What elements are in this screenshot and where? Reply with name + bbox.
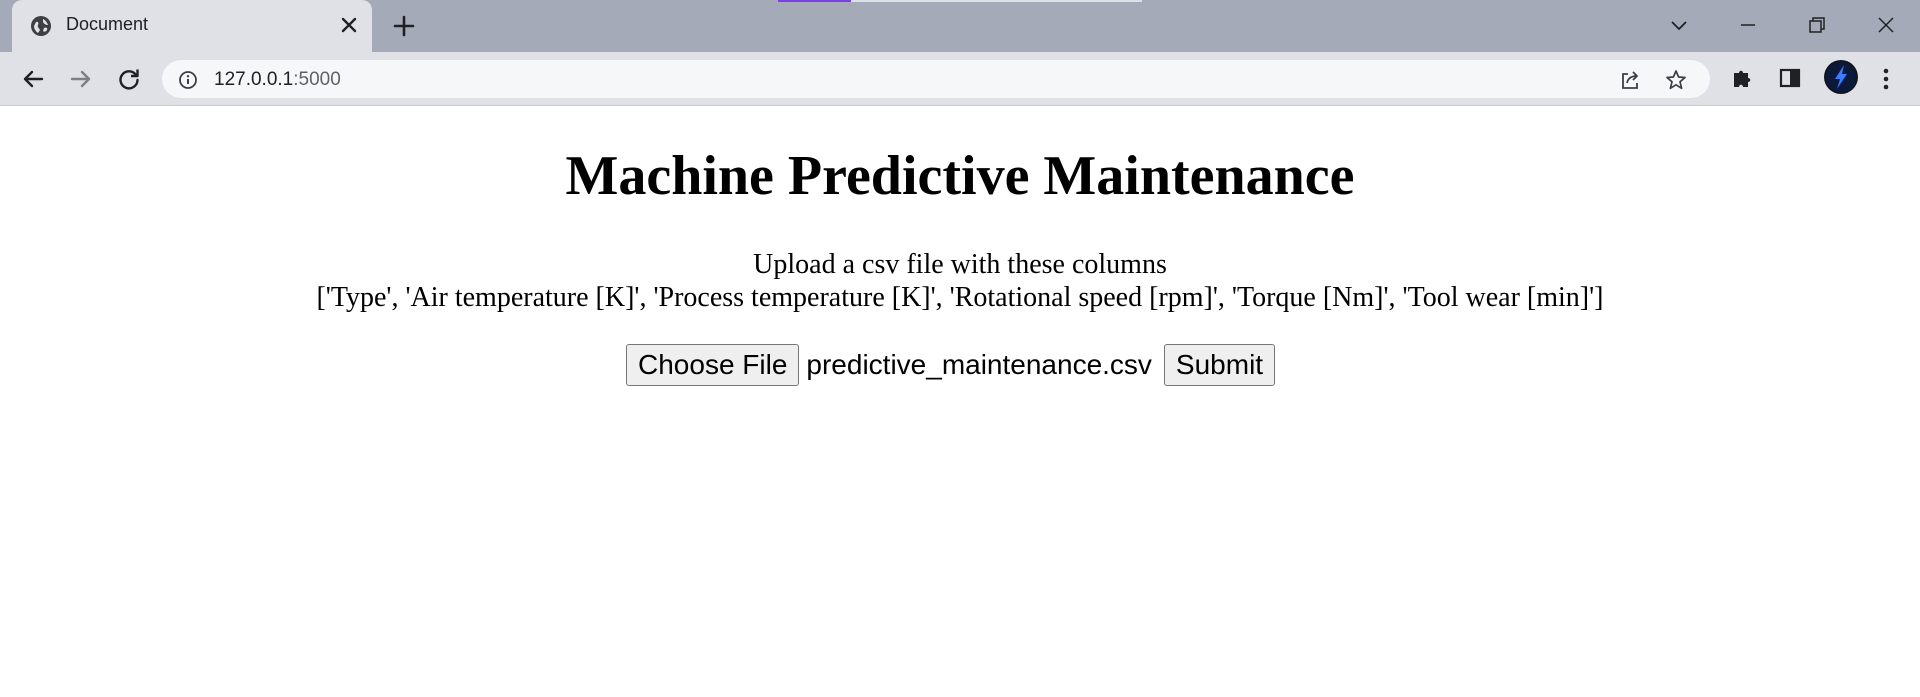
browser-tab[interactable]: Document [12,0,372,52]
browser-toolbar: 127.0.0.1:5000 [0,52,1920,106]
restore-icon[interactable] [1802,10,1832,40]
page-title: Machine Predictive Maintenance [565,145,1355,207]
upload-form: Choose File predictive_maintenance.csv S… [626,344,1276,386]
reload-icon[interactable] [114,64,144,94]
info-icon[interactable] [178,70,198,90]
upload-instruction: Upload a csv file with these columns [753,249,1167,280]
tab-title: Document [66,14,149,34]
bookmark-star-icon[interactable] [1664,68,1688,92]
menu-kebab-icon[interactable] [1874,64,1898,94]
back-arrow-icon[interactable] [18,64,48,94]
share-icon[interactable] [1618,68,1642,92]
choose-file-button[interactable]: Choose File [626,344,800,386]
submit-button[interactable]: Submit [1163,344,1276,386]
forward-arrow-icon[interactable] [66,64,96,94]
side-panel-icon[interactable] [1776,64,1804,92]
close-window-icon[interactable] [1871,10,1901,40]
required-columns: ['Type', 'Air temperature [K]', 'Process… [316,282,1604,313]
close-icon[interactable] [338,14,360,36]
tab-search-chevron-icon[interactable] [1664,10,1694,40]
minimize-icon[interactable] [1733,10,1763,40]
extensions-puzzle-icon[interactable] [1729,64,1757,92]
selected-file-name: predictive_maintenance.csv [806,349,1152,380]
page-content: Machine Predictive Maintenance Upload a … [0,106,1920,697]
new-tab-icon[interactable] [390,12,418,40]
address-bar[interactable]: 127.0.0.1:5000 [162,60,1710,98]
url-port: :5000 [293,69,341,90]
lightning-avatar-icon [1826,62,1856,92]
loading-track [851,0,1142,2]
profile-avatar[interactable] [1824,60,1858,94]
loading-indicator [778,0,851,2]
url-text[interactable]: 127.0.0.1:5000 [214,69,341,91]
tab-strip: Document [0,0,1920,52]
globe-icon [31,16,51,36]
browser-chrome: Document 127.0.0.1:5000 [0,0,1920,106]
url-host: 127.0.0.1 [214,69,294,90]
